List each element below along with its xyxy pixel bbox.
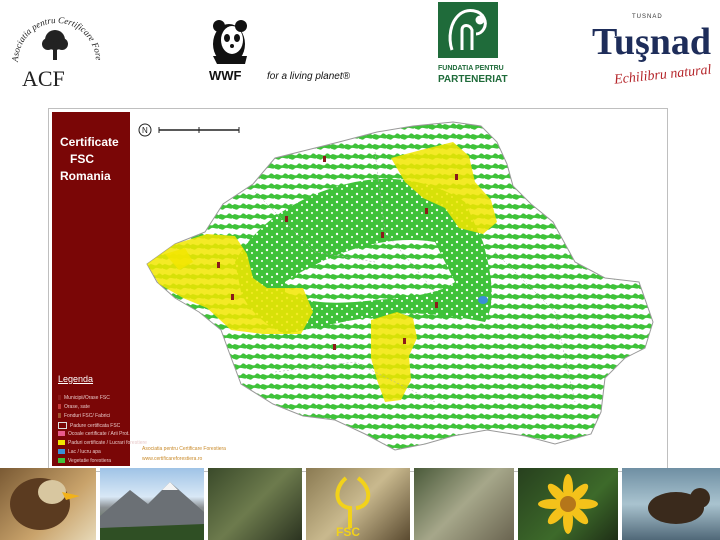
legend-swatch [58,422,67,429]
legend-label: Municipii/Orase FSC [64,395,110,401]
legend-swatch [58,431,65,437]
tusnad-name: Tuşnad [592,21,711,63]
photo-strip: FSC [0,468,720,540]
legend-item: Orase, sate [58,404,90,410]
legend-swatch [58,395,61,401]
legend-label: Orase, sate [64,404,90,410]
flower-icon [538,474,598,534]
legend-item: Lac / lucru apa [58,449,101,455]
mountain-icon [100,482,204,540]
wwf-name: WWF [209,68,242,83]
legend-label: Vegetatie forestiera [68,458,112,464]
tusnad-logo: TUSNAD Tuşnad Echilibru natural [592,14,712,88]
svg-text:FSC: FSC [336,525,360,539]
map-sidebar: Certificate FSC Romania Legenda Municipi… [52,112,147,466]
map-title-line-3: Romania [60,169,111,183]
map-title-line-1: Certificate [60,135,119,149]
fundatia-line2: PARTENERIAT [438,74,508,85]
map-credit-line2: www.certificareforestiera.ro [142,456,203,462]
fundatia-logo: FUNDATIA PENTRU PARTENERIAT [438,2,508,85]
wwf-logo: WWF for a living planet® [209,20,351,83]
legend-item: Ocoale certificate / Arii Prot. [58,431,130,437]
romania-map: N [138,121,654,451]
lake-icon [478,296,488,304]
legend-swatch [58,404,61,410]
people-forest-photo [208,468,302,540]
tusnad-top-text: TUSNAD [632,14,663,20]
legend-label: Lac / lucru apa [68,449,101,455]
svg-text:N: N [142,126,148,135]
eagle-icon [10,478,80,530]
wwf-tagline: for a living planet® [267,71,351,82]
legend-item: Vegetatie forestiera [58,458,111,464]
legend-swatch [58,458,65,464]
tusnad-slogan: Echilibru natural [612,63,712,88]
map-title-line-2: FSC [70,152,94,166]
tree-icon [42,30,68,60]
legend-item: Fonduri FSC/ Fabrici [58,413,110,419]
map-credit-line1: Asociatia pentru Certificare Forestiera [142,446,226,452]
acf-logo: Asociatia pentru Certificare Forestiera … [0,0,104,91]
north-arrow-icon: N [138,123,152,137]
legend-swatch [58,413,61,419]
bear-icon [648,488,710,524]
fsc-marking-photo: FSC [306,468,410,540]
acf-acronym: ACF [22,66,65,91]
legend-item: Padure certificata FSC [58,422,120,429]
fsc-tree-icon: FSC [335,476,371,539]
legend-label: Padure certificata FSC [70,422,121,429]
legend-swatch [58,449,65,455]
scale-bar [158,127,240,133]
group-outdoors-photo [414,468,514,540]
legend-swatch [58,440,65,446]
map-title: Certificate FSC Romania [60,134,130,185]
legend-label: Ocoale certificate / Arii Prot. [68,431,130,437]
yellow-flower-photo [518,468,618,540]
fundatia-line1: FUNDATIA PENTRU [438,65,504,72]
legend-title: Legenda [58,374,94,384]
legend-item: Paduri certificate / Lucrari forestiere [58,440,147,446]
eagle-photo [0,468,96,540]
mountains-photo [100,468,204,540]
legend-label: Fonduri FSC/ Fabrici [64,413,111,419]
legend-item: Municipii/Orase FSC [58,395,110,401]
panda-icon [213,20,247,64]
bear-water-photo [622,468,720,540]
